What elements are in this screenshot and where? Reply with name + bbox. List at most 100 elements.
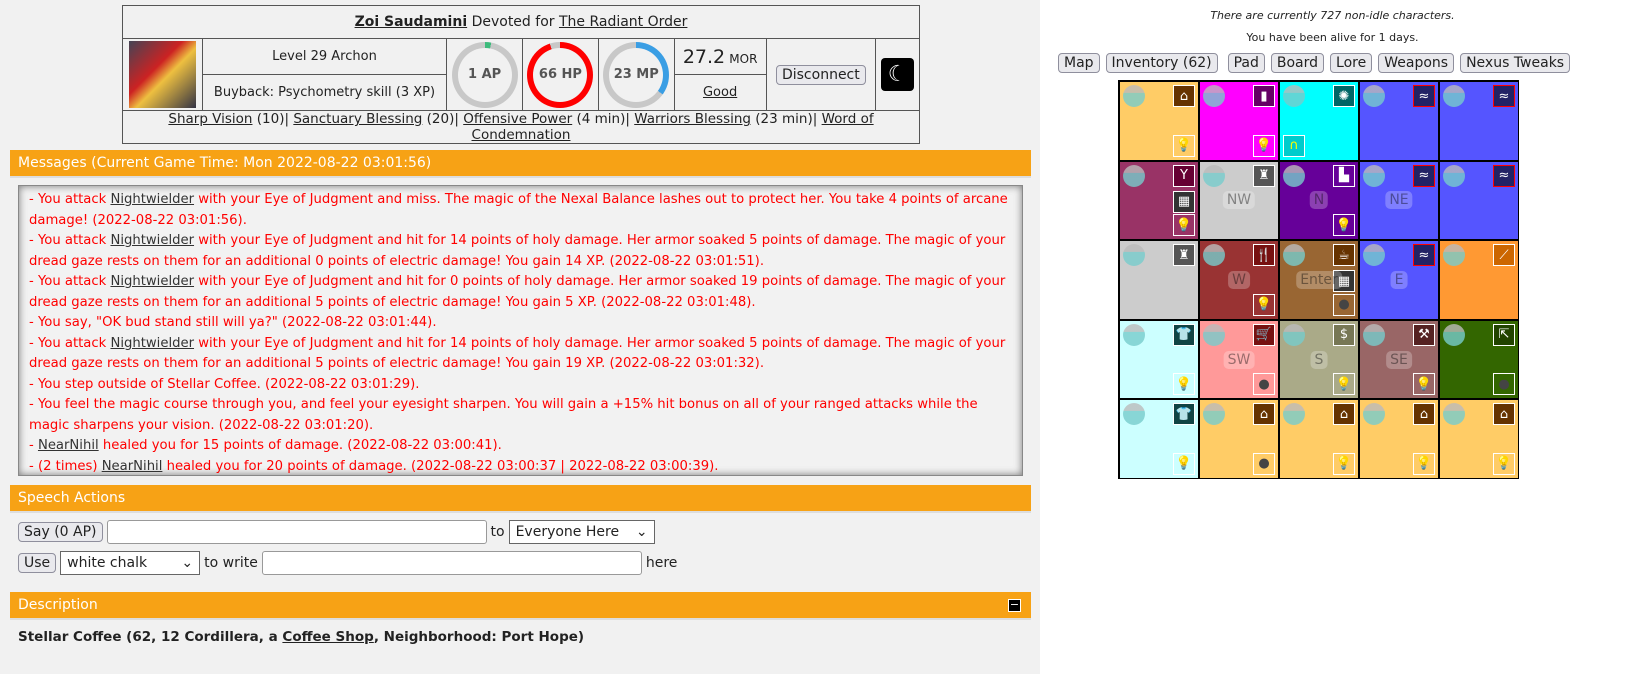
map-cell[interactable]: ⟋	[1439, 240, 1519, 320]
lightbulb-icon: 💡	[1253, 134, 1275, 157]
nav-board-button[interactable]: Board	[1270, 53, 1325, 73]
map-cell[interactable]: ▮ 💡	[1199, 81, 1279, 161]
map-cell[interactable]: ⌂ 💡	[1359, 399, 1439, 479]
effect-link[interactable]: Sharp Vision	[168, 111, 252, 127]
map-cell[interactable]: ⇱ ●	[1439, 319, 1519, 400]
say-button[interactable]: Say (0 AP)	[18, 522, 103, 542]
water-icon: ≈	[1413, 164, 1435, 187]
map-cell[interactable]: ♜ NW	[1199, 160, 1279, 241]
map-cell[interactable]: $ 💡 S	[1279, 319, 1359, 400]
player-icon	[1363, 85, 1385, 107]
write-input[interactable]	[261, 551, 642, 575]
map-cell[interactable]: ✺ ∩	[1279, 81, 1359, 161]
description-header: Description −	[10, 592, 1031, 620]
player-icon	[1203, 244, 1225, 267]
move-sw-button[interactable]: SW	[1223, 350, 1255, 369]
move-w-button[interactable]: W	[1228, 270, 1250, 289]
player-icon	[1203, 403, 1225, 426]
map-cell[interactable]: ⌂ ●	[1199, 399, 1279, 479]
nav-nexus-button[interactable]: Nexus Tweaks	[1460, 53, 1571, 73]
avatar[interactable]	[128, 41, 196, 108]
player-icon	[1363, 403, 1385, 426]
move-n-button[interactable]: N	[1309, 191, 1329, 210]
effect-link[interactable]: Sanctuary Blessing	[293, 111, 422, 127]
moon-icon[interactable]: ☾	[881, 58, 915, 91]
message-text: - You attack	[29, 192, 111, 207]
move-s-button[interactable]: S	[1310, 350, 1328, 369]
use-button[interactable]: Use	[18, 553, 57, 573]
house-icon: ⌂	[1253, 403, 1275, 426]
lightbulb-icon: 💡	[1333, 214, 1355, 237]
nav-lore-button[interactable]: Lore	[1330, 53, 1373, 73]
item-select[interactable]: white chalk ⌄	[60, 551, 201, 575]
neighborhood-text: , Neighborhood: Port Hope)	[373, 629, 585, 645]
player-icon	[1283, 323, 1305, 346]
character-link[interactable]: NearNihil	[38, 438, 99, 453]
map-cell[interactable]: ≈	[1359, 81, 1439, 161]
move-ne-button[interactable]: NE	[1385, 191, 1413, 210]
water-icon: ≈	[1413, 85, 1435, 107]
character-link[interactable]: Nightwielder	[110, 233, 194, 248]
house-icon: ⌂	[1413, 403, 1435, 426]
map-cell[interactable]: ♜	[1119, 240, 1199, 320]
location-text: Stellar Coffee (62, 12 Cordillera, a	[18, 629, 283, 645]
player-icon	[1283, 85, 1305, 107]
map-cell[interactable]: ⌂ 💡	[1119, 81, 1199, 161]
map-cell[interactable]: ⌂ 💡	[1439, 399, 1519, 479]
map-cell[interactable]: ▙ 💡 N	[1279, 160, 1359, 241]
say-input[interactable]	[106, 520, 487, 544]
map-cell[interactable]: ≈	[1439, 81, 1519, 161]
character-link[interactable]: Nightwielder	[110, 192, 194, 207]
map-cell[interactable]: ☕ ▦ ● Enter	[1279, 240, 1359, 320]
move-e-button[interactable]: E	[1390, 270, 1408, 289]
map-cell[interactable]: 👕 💡	[1119, 399, 1199, 479]
map-cell[interactable]: Y ▦ 💡	[1119, 160, 1199, 241]
map-cell[interactable]: 🛒 ● SW	[1199, 319, 1279, 400]
move-nw-button[interactable]: NW	[1222, 191, 1256, 210]
map-cell[interactable]: 🍴 💡 W	[1199, 240, 1279, 320]
map-cell[interactable]: ≈ NE	[1359, 160, 1439, 241]
morality-unit: MOR	[729, 51, 758, 66]
player-icon	[1443, 85, 1465, 107]
player-icon	[1443, 244, 1465, 267]
message-text: - You attack	[29, 274, 111, 289]
disconnect-button[interactable]: Disconnect	[775, 64, 866, 85]
character-link[interactable]: NearNihil	[102, 459, 163, 474]
alignment-link[interactable]: Good	[703, 85, 737, 100]
message-text: -	[29, 438, 38, 453]
map-cell[interactable]: ≈ E	[1359, 240, 1439, 320]
lightbulb-icon: 💡	[1413, 452, 1435, 475]
faction-link[interactable]: The Radiant Order	[559, 14, 687, 30]
message-text: healed you for 20 points of damage. (202…	[162, 458, 719, 474]
nav-inventory-button[interactable]: Inventory (62)	[1105, 53, 1218, 73]
map-cell[interactable]: ⚒ 💡 SE	[1359, 319, 1439, 400]
player-icon	[1363, 323, 1385, 346]
minus-icon[interactable]: −	[1008, 599, 1021, 612]
monument-icon: ♜	[1253, 164, 1275, 187]
location-type-link[interactable]: Coffee Shop	[282, 629, 373, 645]
lightbulb-icon: 💡	[1173, 134, 1195, 157]
effect-link[interactable]: Offensive Power	[463, 111, 572, 127]
nav-weapons-button[interactable]: Weapons	[1378, 53, 1455, 73]
messages-log[interactable]: - You attack Nightwielder with your Eye …	[18, 185, 1023, 476]
effect-detail: (4 min)|	[572, 111, 635, 127]
map-cell[interactable]: ≈	[1439, 160, 1519, 241]
devoted-text: Devoted for	[471, 14, 555, 30]
character-link[interactable]: Nightwielder	[110, 336, 194, 351]
character-name-link[interactable]: Zoi Saudamini	[355, 14, 468, 30]
nav-map-button[interactable]: Map	[1058, 53, 1100, 73]
target-select[interactable]: Everyone Here ⌄	[508, 520, 655, 544]
character-link[interactable]: Nightwielder	[110, 274, 194, 289]
description-title: Description	[18, 597, 98, 613]
map-cell[interactable]: ⌂ 💡	[1279, 399, 1359, 479]
effect-link[interactable]: Warriors Blessing	[634, 111, 751, 127]
move-enter-button[interactable]: Enter	[1296, 270, 1342, 289]
map-cell[interactable]: 👕 💡	[1119, 319, 1199, 400]
water-icon: ≈	[1493, 85, 1515, 107]
move-se-button[interactable]: SE	[1386, 350, 1412, 369]
speech-actions-header: Speech Actions	[10, 485, 1031, 513]
nav-pad-button[interactable]: Pad	[1227, 53, 1265, 73]
lightbulb-off-icon: ●	[1333, 293, 1355, 316]
message-item: - You step outside of Stellar Coffee. (2…	[29, 375, 1012, 396]
player-icon	[1443, 403, 1465, 426]
